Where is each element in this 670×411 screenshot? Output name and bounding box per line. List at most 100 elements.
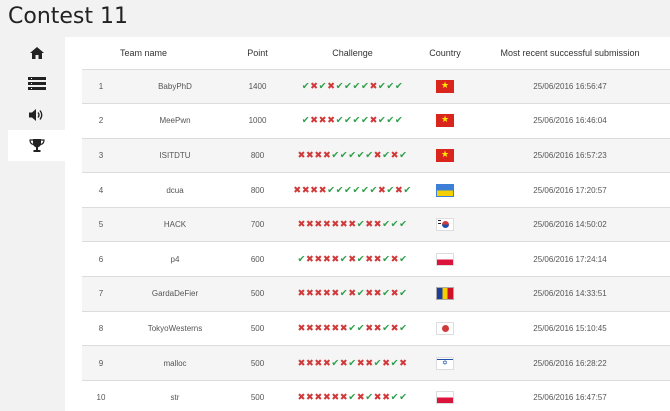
table-header-row: Team name Point Challenge Country Most r…	[82, 37, 670, 69]
point-cell: 800	[230, 137, 285, 173]
team-name-cell[interactable]: ISITDTU	[120, 137, 230, 173]
country-flag-icon	[436, 183, 454, 197]
cross-icon: ✖	[382, 357, 391, 369]
country-flag-icon	[436, 148, 454, 162]
check-icon: ✔	[339, 288, 349, 300]
challenge-cell: ✔✖✖✖✖✔✖✔✖✖✔✖✔	[285, 241, 420, 277]
country-flag-icon	[436, 391, 454, 405]
cross-icon: ✖	[327, 80, 336, 92]
submission-time-cell: 25/06/2016 14:50:02	[470, 206, 670, 242]
country-cell	[420, 103, 470, 139]
scoreboard-table: Team name Point Challenge Country Most r…	[82, 37, 670, 411]
team-name-cell[interactable]: HACK	[120, 206, 230, 242]
country-flag-icon	[436, 356, 454, 370]
challenge-cell: ✖✖✖✖✖✖✔✔✖✖✔✖✔	[285, 310, 420, 346]
cross-icon: ✖	[356, 357, 366, 369]
check-icon: ✔	[318, 80, 328, 92]
team-name-cell[interactable]: GardaDeFier	[120, 276, 230, 312]
cross-icon: ✖	[310, 80, 319, 92]
challenge-cell: ✖✖✖✖✔✖✔✖✖✔✖✔✖	[285, 345, 420, 381]
team-name-cell[interactable]: malloc	[120, 345, 230, 381]
country-cell	[420, 379, 470, 411]
check-icon: ✔	[399, 392, 408, 404]
point-cell: 1400	[230, 68, 285, 104]
check-icon: ✔	[344, 184, 353, 196]
team-name-cell[interactable]: str	[120, 379, 230, 411]
challenge-cell: ✖✖✖✖✖✖✖✔✖✖✔✔✔	[285, 206, 420, 242]
table-row: 8 TokyoWesterns 500 ✖✖✖✖✖✖✔✔✖✖✔✖✔ 25/06/2016…	[82, 310, 670, 346]
rank-cell: 10	[82, 379, 120, 411]
table-row: 3ISITDTU800✖✖✖✖✔✔✔✔✔✖✔✖✔25/06/2016 16:57…	[82, 137, 670, 173]
submission-header[interactable]: Most recent successful submission	[470, 37, 670, 69]
cross-icon: ✖	[356, 392, 366, 404]
check-icon: ✔	[356, 219, 366, 231]
check-icon: ✔	[390, 357, 400, 369]
sidebar-item-announcements[interactable]	[8, 99, 65, 130]
check-icon: ✔	[356, 253, 366, 265]
check-icon: ✔	[382, 149, 391, 161]
point-cell: 500	[230, 379, 285, 411]
check-icon: ✔	[356, 322, 366, 334]
check-icon: ✔	[356, 288, 366, 300]
cross-icon: ✖	[339, 392, 349, 404]
sidebar-item-list[interactable]	[8, 68, 65, 99]
cross-icon: ✖	[369, 115, 378, 127]
challenge-header: Challenge	[332, 47, 373, 58]
table-row: 6 p4 600 ✔✖✖✖✖✔✖✔✖✖✔✖✔ 25/06/2016 17:24:14	[82, 241, 670, 277]
country-cell	[420, 345, 470, 381]
check-icon: ✔	[382, 253, 391, 265]
sidebar-item-scoreboard[interactable]	[8, 130, 65, 161]
country-cell	[420, 276, 470, 312]
submission-time-cell: 25/06/2016 16:46:04	[470, 103, 670, 139]
check-icon: ✔	[365, 149, 374, 161]
check-icon: ✔	[348, 392, 357, 404]
team-name-cell[interactable]: p4	[120, 241, 230, 277]
team-name-cell[interactable]: MeePwn	[120, 103, 230, 139]
cross-icon: ✖	[314, 357, 323, 369]
check-icon: ✔	[394, 115, 404, 127]
rank-cell: 4	[82, 172, 120, 208]
submission-time-cell: 25/06/2016 14:33:51	[470, 276, 670, 312]
check-icon: ✔	[301, 115, 311, 127]
cross-icon: ✖	[331, 392, 340, 404]
cross-icon: ✖	[348, 288, 357, 300]
home-icon	[29, 46, 44, 59]
country-cell	[420, 68, 470, 104]
check-icon: ✔	[399, 288, 408, 300]
challenge-cell: ✔✖✖✖✔✔✔✔✖✔✔✔	[285, 103, 420, 139]
team-name-cell[interactable]: TokyoWesterns	[120, 310, 230, 346]
cross-icon: ✖	[365, 219, 374, 231]
submission-time-cell: 25/06/2016 16:57:23	[470, 137, 670, 173]
cross-icon: ✖	[365, 288, 374, 300]
table-row: 7 GardaDeFier 500 ✖✖✖✖✖✔✖✔✖✖✔✖✔ 25/06/2016 1…	[82, 276, 670, 312]
cross-icon: ✖	[373, 392, 383, 404]
cross-icon: ✖	[297, 392, 306, 404]
check-icon: ✔	[344, 80, 353, 92]
submission-time-cell: 25/06/2016 16:47:57	[470, 379, 670, 411]
country-header[interactable]: Country	[420, 37, 470, 69]
point-cell: 600	[230, 241, 285, 277]
cross-icon: ✖	[348, 219, 357, 231]
cross-icon: ✖	[297, 357, 306, 369]
cross-icon: ✖	[310, 184, 319, 196]
check-icon: ✔	[365, 392, 374, 404]
table-row: 1BabyPhD1400✔✖✔✖✔✔✔✔✖✔✔✔ 25/06/2016 16:56…	[82, 68, 670, 104]
cross-icon: ✖	[331, 219, 340, 231]
check-icon: ✔	[344, 115, 353, 127]
country-cell	[420, 241, 470, 277]
check-icon: ✔	[331, 357, 340, 369]
check-icon: ✔	[348, 357, 357, 369]
challenge-cell: ✖✖✖✖✖✔✖✔✖✖✔✖✔	[285, 276, 420, 312]
team-name-cell[interactable]: dcua	[120, 172, 230, 208]
check-icon: ✔	[331, 149, 340, 161]
team-name-cell[interactable]: BabyPhD	[120, 68, 230, 104]
submission-time-cell: 25/06/2016 16:56:47	[470, 68, 670, 104]
sidebar-item-home[interactable]	[8, 37, 65, 68]
point-header[interactable]: Point	[230, 37, 285, 69]
team-name-header[interactable]: Team name	[120, 37, 230, 69]
cross-icon: ✖	[297, 219, 306, 231]
page-title: Contest 11	[8, 4, 129, 29]
speaker-icon	[28, 108, 42, 121]
cross-icon: ✖	[297, 322, 306, 334]
scoreboard-rows: 1BabyPhD1400✔✖✔✖✔✔✔✔✖✔✔✔25/06/2016 16:56…	[82, 68, 670, 411]
